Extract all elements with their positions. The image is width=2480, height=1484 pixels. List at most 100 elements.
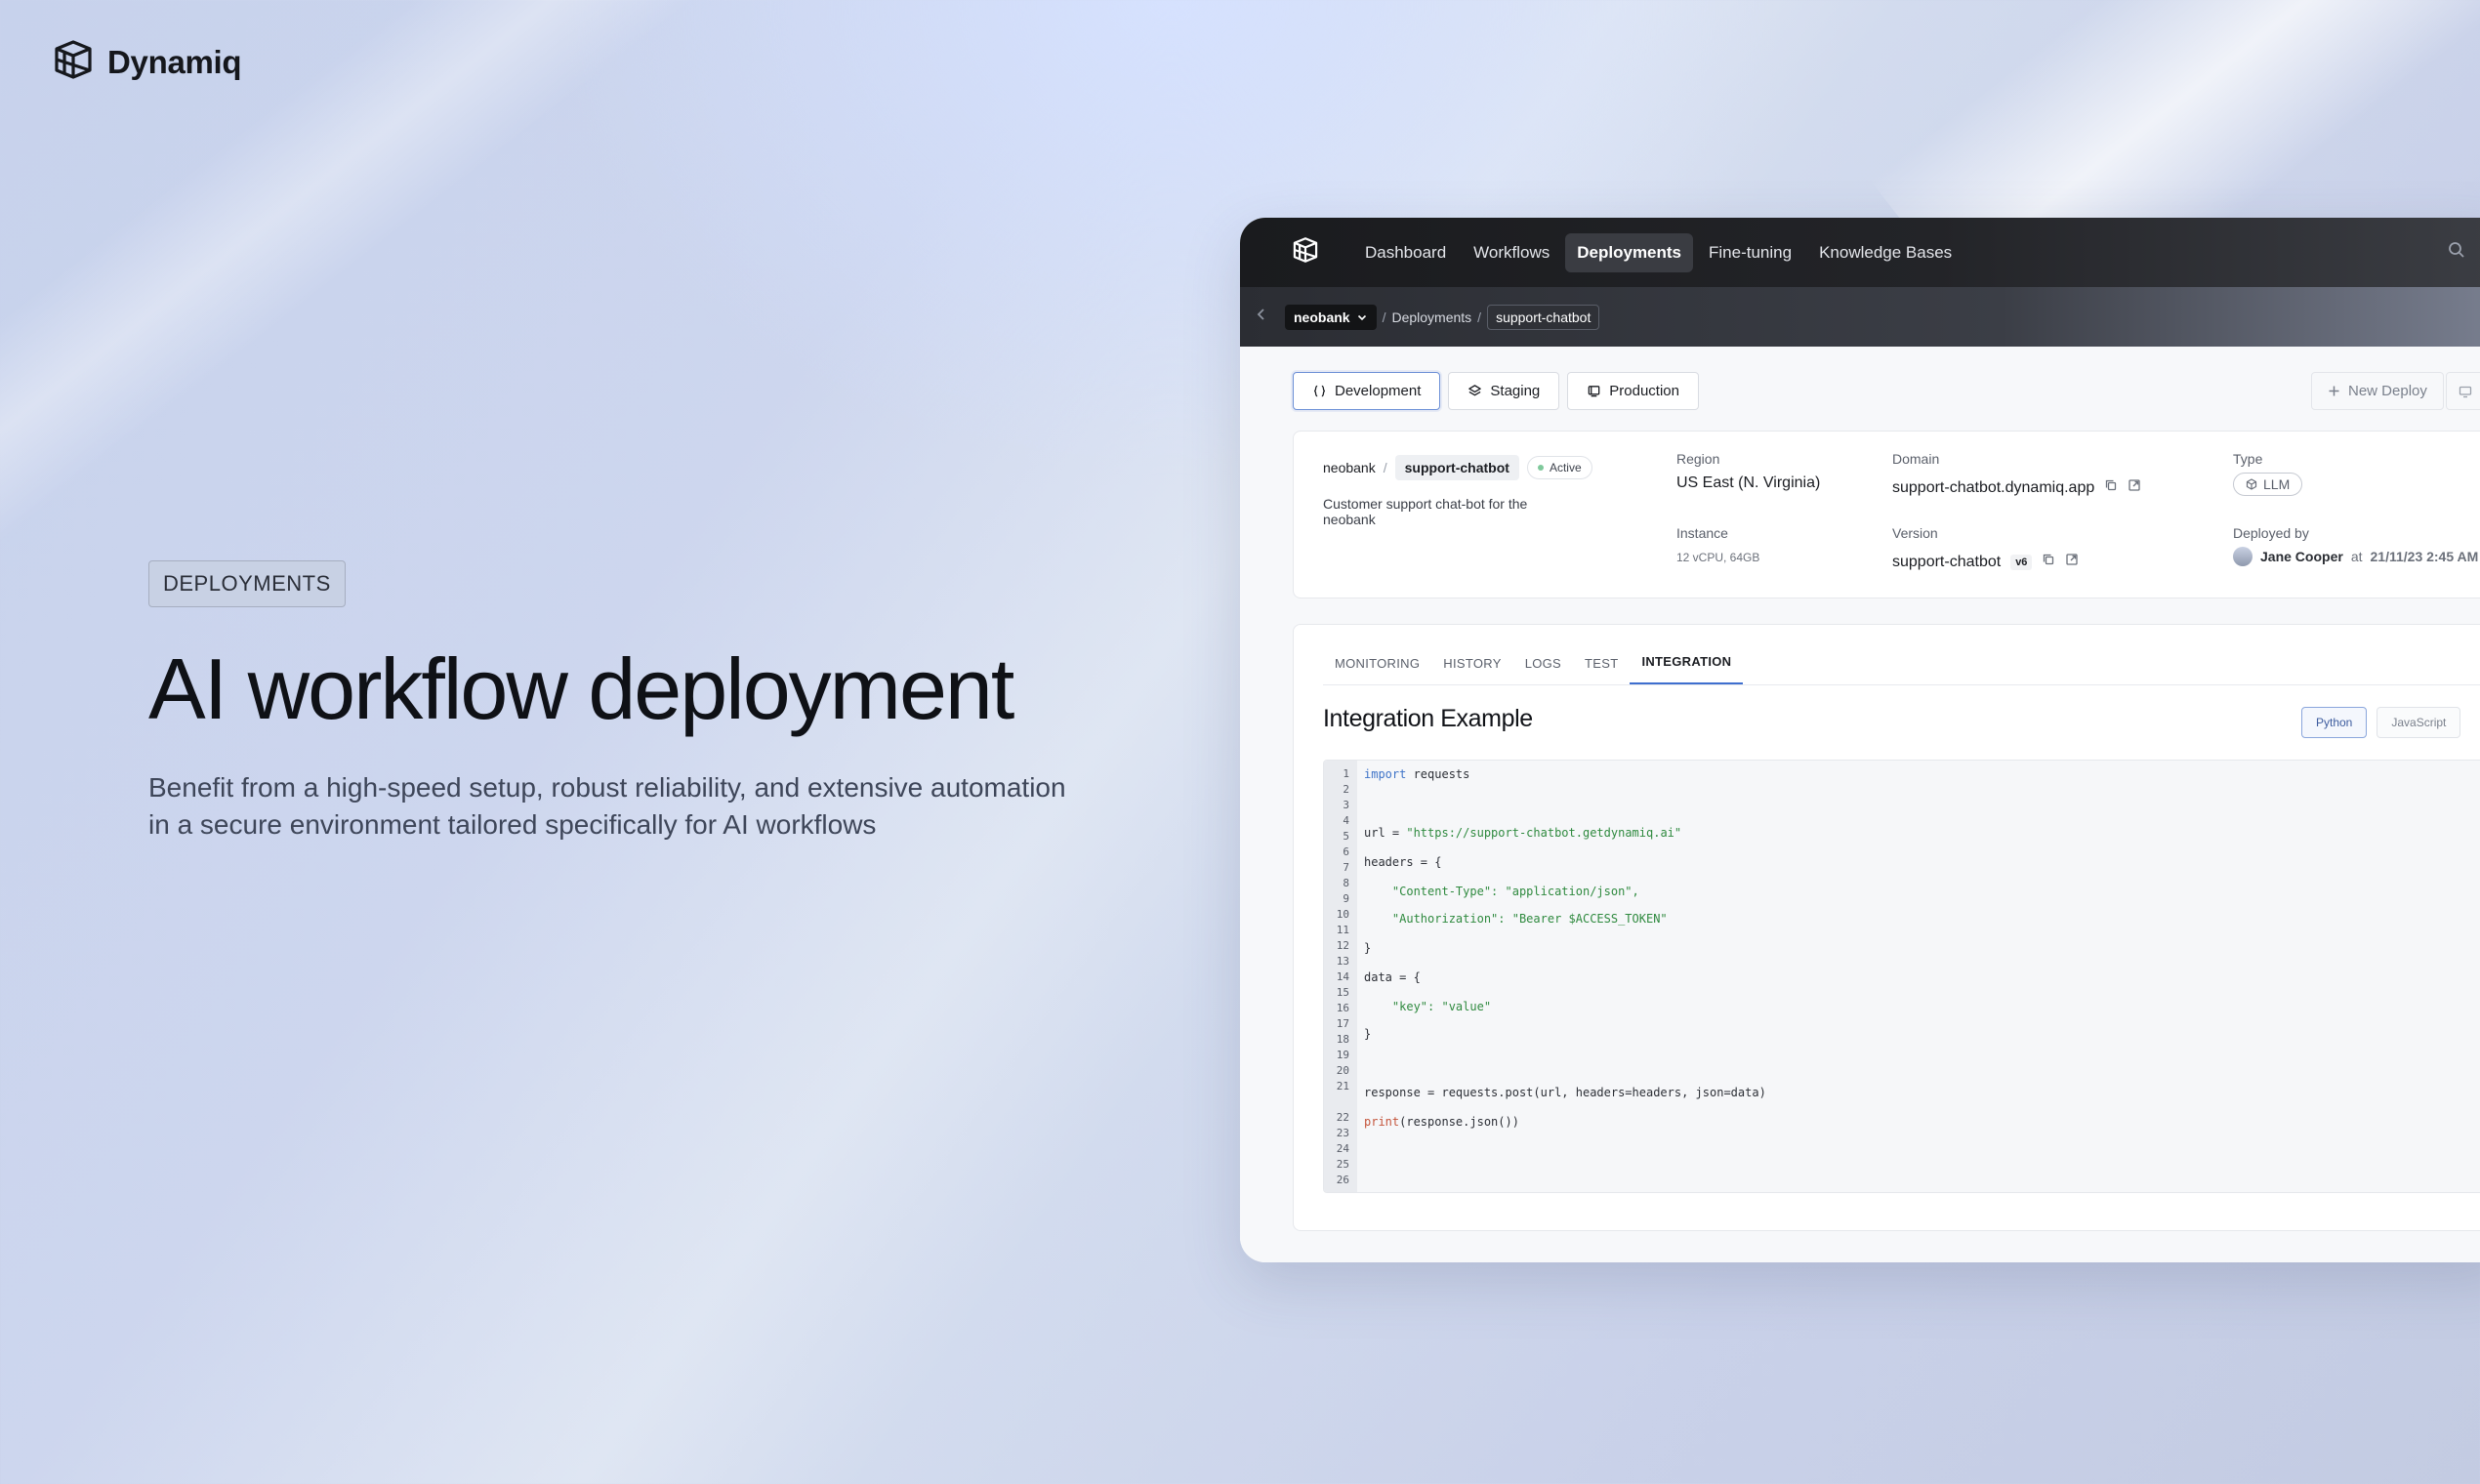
deployed-at-time: 21/11/23 2:45 AM bbox=[2370, 549, 2479, 564]
org-select-label: neobank bbox=[1294, 309, 1350, 325]
hero-eyebrow: DEPLOYMENTS bbox=[148, 560, 346, 607]
line-number: 17 bbox=[1336, 1017, 1349, 1030]
version-row: support-chatbot v6 bbox=[1892, 553, 2079, 571]
nav-item-fine-tuning[interactable]: Fine-tuning bbox=[1697, 233, 1803, 272]
new-deploy-button[interactable]: New Deploy bbox=[2311, 372, 2444, 410]
nav-item-deployments[interactable]: Deployments bbox=[1565, 232, 1694, 272]
breadcrumb-current[interactable]: support-chatbot bbox=[1487, 304, 1600, 330]
integration-card: MONITORING HISTORY LOGS TEST INTEGRATION… bbox=[1293, 624, 2480, 1231]
line-number: 10 bbox=[1336, 908, 1349, 921]
line-number-gutter: 1 2 3 4 5 6 7 8 9 10 11 12 13 14 15 16 1 bbox=[1324, 761, 1357, 1192]
line-number: 14 bbox=[1336, 970, 1349, 983]
region-label: Region bbox=[1676, 451, 1720, 467]
tab-history[interactable]: HISTORY bbox=[1431, 656, 1512, 684]
layers-icon bbox=[1468, 385, 1482, 396]
code-line: } bbox=[1364, 941, 1372, 955]
type-badge: LLM bbox=[2233, 473, 2303, 496]
lang-button-javascript[interactable]: JavaScript bbox=[2377, 707, 2461, 738]
code-line: "Authorization": "Bearer $ACCESS_TOKEN" bbox=[1364, 912, 1668, 926]
monitor-button[interactable] bbox=[2446, 372, 2480, 410]
tab-logs[interactable]: LOGS bbox=[1513, 656, 1573, 684]
environment-tabs: Development Staging Production bbox=[1293, 372, 1699, 410]
main-nav: Dashboard Workflows Deployments Fine-tun… bbox=[1353, 232, 1963, 272]
line-number: 20 bbox=[1336, 1064, 1349, 1077]
deployment-info-card: neobank / support-chatbot Active Custome… bbox=[1293, 431, 2480, 598]
line-number: 4 bbox=[1343, 814, 1349, 827]
code-block[interactable]: 1 2 3 4 5 6 7 8 9 10 11 12 13 14 15 16 1 bbox=[1323, 760, 2480, 1193]
deployed-by-row: Jane Cooper at 21/11/23 2:45 AM bbox=[2233, 547, 2478, 566]
external-link-icon[interactable] bbox=[2065, 553, 2079, 571]
app-window: Dashboard Workflows Deployments Fine-tun… bbox=[1240, 218, 2480, 1262]
code-line: "key": "value" bbox=[1364, 1000, 1492, 1013]
code-line: data = { bbox=[1364, 970, 1421, 984]
path-separator: / bbox=[1383, 460, 1387, 475]
line-number: 18 bbox=[1336, 1033, 1349, 1046]
top-icons bbox=[2447, 218, 2480, 287]
hero-title: AI workflow deployment bbox=[148, 640, 1014, 737]
nav-item-dashboard[interactable]: Dashboard bbox=[1353, 233, 1458, 272]
tab-integration[interactable]: INTEGRATION bbox=[1630, 654, 1744, 684]
region-value: US East (N. Virginia) bbox=[1676, 474, 1821, 491]
line-number: 11 bbox=[1336, 924, 1349, 936]
env-button-production[interactable]: Production bbox=[1567, 372, 1699, 410]
deployment-org[interactable]: neobank bbox=[1323, 460, 1376, 475]
code-token: url = bbox=[1364, 826, 1407, 840]
type-value: LLM bbox=[2263, 476, 2291, 492]
nav-item-knowledge-bases[interactable]: Knowledge Bases bbox=[1807, 233, 1963, 272]
deployed-at-word: at bbox=[2350, 549, 2363, 564]
hero-subtitle: Benefit from a high-speed setup, robust … bbox=[148, 772, 1066, 841]
code-token: requests bbox=[1406, 767, 1470, 781]
braces-icon bbox=[1314, 385, 1325, 397]
line-number: 25 bbox=[1336, 1158, 1349, 1171]
line-number: 7 bbox=[1343, 861, 1349, 874]
brand-logo[interactable]: Dynamiq bbox=[51, 37, 242, 87]
instance-field: Instance 12 vCPU, 64GB bbox=[1676, 525, 1759, 564]
back-chevron-icon[interactable] bbox=[1254, 307, 1269, 327]
app-logo-icon[interactable] bbox=[1291, 235, 1320, 269]
version-name: support-chatbot bbox=[1892, 553, 2002, 570]
code-token: print bbox=[1364, 1115, 1400, 1129]
env-button-label: Staging bbox=[1490, 383, 1541, 399]
search-icon[interactable] bbox=[2447, 240, 2466, 265]
env-button-staging[interactable]: Staging bbox=[1448, 372, 1560, 410]
cube-icon bbox=[2246, 478, 2257, 490]
line-number: 19 bbox=[1336, 1049, 1349, 1061]
plus-icon bbox=[2329, 386, 2339, 396]
nav-item-workflows[interactable]: Workflows bbox=[1462, 233, 1561, 272]
line-number: 1 bbox=[1343, 767, 1349, 780]
breadcrumb-separator: / bbox=[1477, 309, 1482, 325]
status-badge: Active bbox=[1526, 456, 1592, 479]
dynamiq-logo-icon bbox=[51, 37, 96, 87]
tab-monitoring[interactable]: MONITORING bbox=[1323, 656, 1431, 684]
code-line: } bbox=[1364, 1027, 1372, 1041]
deployment-name: support-chatbot bbox=[1394, 455, 1519, 480]
page-content: Development Staging Production New Deplo… bbox=[1240, 347, 2480, 1262]
hero-section: DEPLOYMENTS AI workflow deployment Benef… bbox=[148, 560, 1125, 844]
deployment-path: neobank / support-chatbot Active bbox=[1323, 455, 1592, 480]
env-button-development[interactable]: Development bbox=[1293, 372, 1441, 410]
type-label: Type bbox=[2233, 451, 2263, 467]
copy-icon[interactable] bbox=[2042, 553, 2055, 571]
chevron-down-icon bbox=[1357, 314, 1366, 320]
breadcrumb-deployments[interactable]: Deployments bbox=[1391, 309, 1471, 325]
line-number: 5 bbox=[1343, 830, 1349, 843]
copy-icon[interactable] bbox=[2104, 478, 2118, 497]
new-deploy-label: New Deploy bbox=[2348, 383, 2427, 399]
deployment-description: Customer support chat-bot for the neoban… bbox=[1323, 496, 1528, 527]
domain-label: Domain bbox=[1892, 451, 1940, 467]
code-line: print(response.json()) bbox=[1364, 1114, 1519, 1130]
tab-test[interactable]: TEST bbox=[1573, 656, 1630, 684]
region-field: Region US East (N. Virginia) bbox=[1676, 451, 1820, 492]
status-dot-icon bbox=[1537, 465, 1544, 471]
line-number: 13 bbox=[1336, 955, 1349, 968]
org-select[interactable]: neobank bbox=[1285, 304, 1377, 330]
section-title: Integration Example bbox=[1323, 705, 1533, 732]
deployed-by-label: Deployed by bbox=[2233, 525, 2309, 541]
external-link-icon[interactable] bbox=[2128, 478, 2141, 497]
code-token: "https://support-chatbot.getdynamiq.ai" bbox=[1406, 826, 1682, 840]
breadcrumb-bar: neobank / Deployments / support-chatbot bbox=[1240, 287, 2480, 347]
detail-tabs: MONITORING HISTORY LOGS TEST INTEGRATION bbox=[1323, 639, 2480, 685]
line-number: 2 bbox=[1343, 783, 1349, 796]
avatar bbox=[2233, 547, 2253, 566]
lang-button-python[interactable]: Python bbox=[2301, 707, 2368, 738]
